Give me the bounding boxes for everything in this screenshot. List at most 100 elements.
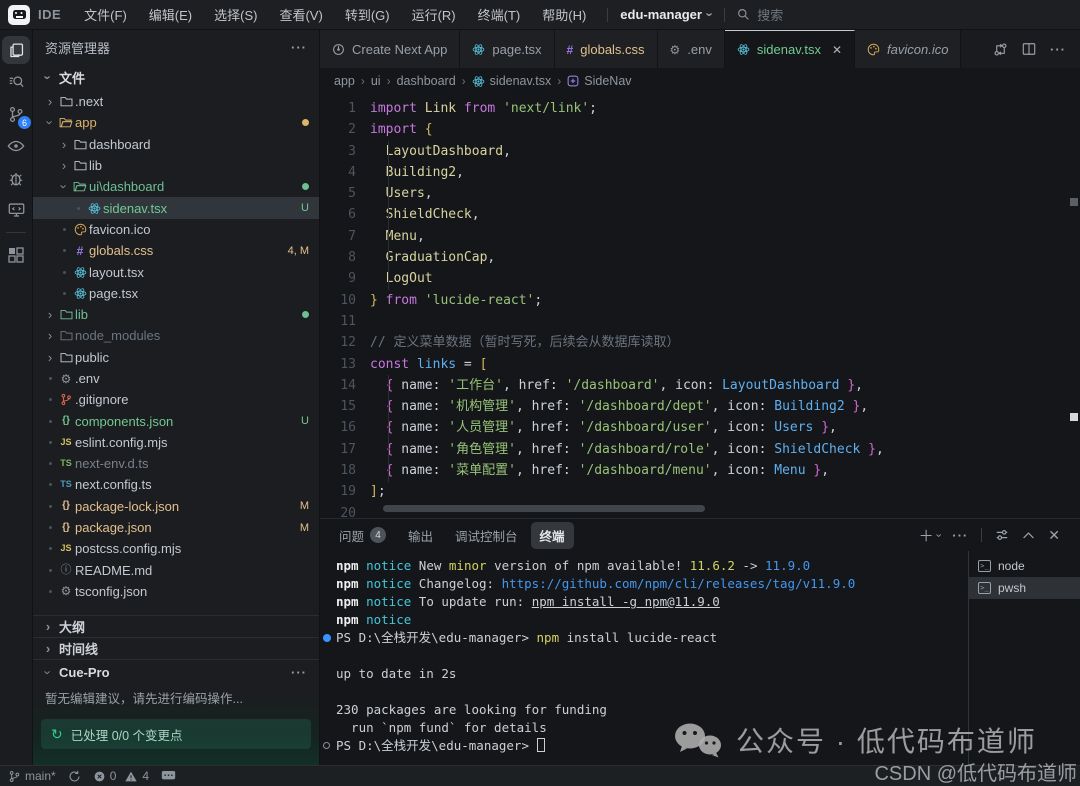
menu-转到-g[interactable]: 转到(G) (336, 2, 399, 27)
open-changes-icon[interactable] (993, 42, 1008, 57)
tree-item-globals-css[interactable]: #globals.css4, M (33, 240, 319, 261)
code-line-13[interactable]: 13const links = [ (320, 354, 1080, 375)
explorer-activity-icon[interactable] (2, 36, 30, 64)
global-search[interactable]: 搜索 (737, 5, 783, 24)
menu-帮助-h[interactable]: 帮助(H) (533, 2, 595, 27)
tree-item-env[interactable]: ⚙.env (33, 368, 319, 389)
breadcrumb-dashboard[interactable]: dashboard (397, 74, 456, 88)
code-line-19[interactable]: 19]; (320, 481, 1080, 502)
feedback-button[interactable] (161, 770, 176, 782)
breadcrumb-app[interactable]: app (334, 74, 355, 88)
tree-item-package-json[interactable]: {}package.jsonM (33, 517, 319, 538)
tree-item-lib[interactable]: ›lib (33, 155, 319, 176)
extensions-activity-icon[interactable] (2, 241, 30, 269)
tab-sidenav-tsx[interactable]: sidenav.tsx✕ (725, 30, 855, 68)
sidebar-more-icon[interactable]: ··· (291, 40, 307, 55)
code-line-4[interactable]: 4 Building2, (320, 162, 1080, 183)
debug-activity-icon[interactable] (2, 164, 30, 192)
tree-item-public[interactable]: ›public (33, 347, 319, 368)
tree-item-tsconfig-json[interactable]: ⚙tsconfig.json (33, 581, 319, 602)
section-timeline[interactable]: › 时间线 (33, 637, 319, 659)
breadcrumb-sidenav[interactable]: SideNav (567, 74, 631, 88)
tree-item-postcss-config-mjs[interactable]: JSpostcss.config.mjs (33, 538, 319, 559)
code-line-9[interactable]: 9 LogOut (320, 268, 1080, 289)
sync-button[interactable] (68, 770, 81, 783)
terminal-settings-icon[interactable] (995, 528, 1009, 542)
tab-globals-css[interactable]: #globals.css (555, 30, 658, 68)
menu-选择-s[interactable]: 选择(S) (205, 2, 266, 27)
close-panel-icon[interactable]: ✕ (1048, 527, 1060, 544)
search-activity-icon[interactable] (2, 68, 30, 96)
code-line-14[interactable]: 14 { name: '工作台', href: '/dashboard', ic… (320, 375, 1080, 396)
menu-查看-v[interactable]: 查看(V) (270, 2, 331, 27)
tree-item-sidenav-tsx[interactable]: sidenav.tsxU (33, 197, 319, 218)
tab-env[interactable]: ⚙.env (658, 30, 725, 68)
tree-item-next-config-ts[interactable]: TSnext.config.ts (33, 474, 319, 495)
tab-create-next-app[interactable]: Create Next App (320, 30, 460, 68)
chevron-collapsed-icon[interactable]: › (57, 138, 71, 151)
tree-item-lib[interactable]: ›lib (33, 304, 319, 325)
panel-tab-问题[interactable]: 问题4 (330, 522, 395, 549)
code-line-12[interactable]: 12// 定义菜单数据（暂时写死，后续会从数据库读取） (320, 332, 1080, 353)
tab-favicon-ico[interactable]: favicon.ico (855, 30, 961, 68)
code-line-10[interactable]: 10} from 'lucide-react'; (320, 290, 1080, 311)
breadcrumb-ui[interactable]: ui (371, 74, 381, 88)
tree-item-gitignore[interactable]: .gitignore (33, 389, 319, 410)
branch-indicator[interactable]: main* (8, 769, 56, 783)
panel-tab-调试控制台[interactable]: 调试控制台 (446, 522, 527, 549)
tree-item-node-modules[interactable]: ›node_modules (33, 325, 319, 346)
cue-status[interactable]: ↻ 已处理 0/0 个变更点 (41, 719, 311, 749)
chevron-collapsed-icon[interactable]: › (43, 351, 57, 364)
chevron-collapsed-icon[interactable]: › (43, 95, 57, 108)
source-control-activity-icon[interactable]: 6 (2, 100, 30, 128)
code-line-3[interactable]: 3 LayoutDashboard, (320, 141, 1080, 162)
preview-monitor-activity-icon[interactable] (2, 196, 30, 224)
code-line-17[interactable]: 17 { name: '角色管理', href: '/dashboard/rol… (320, 439, 1080, 460)
chevron-collapsed-icon[interactable]: › (43, 308, 57, 321)
maximize-panel-icon[interactable] (1022, 529, 1035, 542)
tree-item-layout-tsx[interactable]: layout.tsx (33, 261, 319, 282)
code-line-16[interactable]: 16 { name: '人员管理', href: '/dashboard/use… (320, 417, 1080, 438)
project-switcher[interactable]: edu-manager › (620, 7, 712, 22)
tree-item-next-env-d-ts[interactable]: TSnext-env.d.ts (33, 453, 319, 474)
code-line-5[interactable]: 5 Users, (320, 183, 1080, 204)
code-line-2[interactable]: 2import { (320, 119, 1080, 140)
code-line-6[interactable]: 6 ShieldCheck, (320, 204, 1080, 225)
close-tab-icon[interactable]: ✕ (832, 43, 842, 57)
menu-运行-r[interactable]: 运行(R) (403, 2, 465, 27)
panel-tab-终端[interactable]: 终端 (531, 522, 574, 549)
cue-more-icon[interactable]: ··· (291, 665, 307, 680)
split-editor-icon[interactable] (1022, 42, 1036, 56)
new-terminal-button[interactable]: ＋› (919, 525, 940, 546)
terminal-instance-node[interactable]: >_node (969, 555, 1080, 577)
code-editor[interactable]: 1import Link from 'next/link';2import {3… (320, 94, 1080, 518)
section-outline[interactable]: › 大纲 (33, 615, 319, 637)
menu-编辑-e[interactable]: 编辑(E) (140, 2, 201, 27)
code-line-11[interactable]: 11 (320, 311, 1080, 332)
code-line-15[interactable]: 15 { name: '机构管理', href: '/dashboard/dep… (320, 396, 1080, 417)
chevron-expanded-icon[interactable]: › (58, 180, 71, 194)
chevron-expanded-icon[interactable]: › (44, 116, 57, 130)
tree-item-page-tsx[interactable]: page.tsx (33, 283, 319, 304)
code-line-1[interactable]: 1import Link from 'next/link'; (320, 98, 1080, 119)
eye-activity-icon[interactable] (2, 132, 30, 160)
tree-item-package-lock-json[interactable]: {}package-lock.jsonM (33, 496, 319, 517)
chevron-collapsed-icon[interactable]: › (43, 329, 57, 342)
menu-文件-f[interactable]: 文件(F) (75, 2, 136, 27)
code-line-18[interactable]: 18 { name: '菜单配置', href: '/dashboard/men… (320, 460, 1080, 481)
tree-item-next[interactable]: ›.next (33, 91, 319, 112)
code-line-8[interactable]: 8 GraduationCap, (320, 247, 1080, 268)
tree-item-readme-md[interactable]: ⓘREADME.md (33, 560, 319, 581)
panel-tab-输出[interactable]: 输出 (399, 522, 442, 549)
app-logo-icon[interactable] (8, 5, 30, 25)
breadcrumb-sidenav-tsx[interactable]: sidenav.tsx (472, 74, 552, 88)
tree-item-eslint-config-mjs[interactable]: JSeslint.config.mjs (33, 432, 319, 453)
horizontal-scrollbar[interactable] (383, 505, 705, 512)
tree-item-ui-dashboard[interactable]: ›ui\dashboard (33, 176, 319, 197)
terminal-instance-pwsh[interactable]: >_pwsh (969, 577, 1080, 599)
section-files[interactable]: › 文件 (33, 64, 319, 91)
tree-item-favicon-ico[interactable]: favicon.ico (33, 219, 319, 240)
tree-item-dashboard[interactable]: ›dashboard (33, 134, 319, 155)
code-line-7[interactable]: 7 Menu, (320, 226, 1080, 247)
tree-item-components-json[interactable]: {}components.jsonU (33, 410, 319, 431)
